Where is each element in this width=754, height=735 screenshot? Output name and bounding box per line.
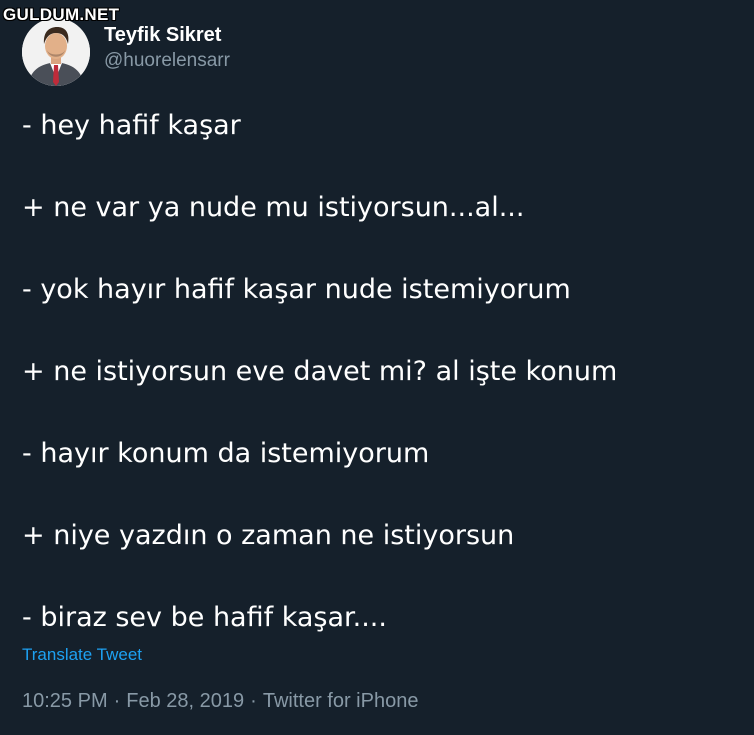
tweet-date[interactable]: Feb 28, 2019 (126, 690, 244, 712)
tweet-line: - yok hayır hafif kaşar nude istemiyorum (22, 274, 571, 305)
translate-tweet-link[interactable]: Translate Tweet (22, 645, 142, 665)
tweet-line: - hayır konum da istemiyorum (22, 438, 430, 469)
tweet-line: - hey hafif kaşar (22, 110, 241, 141)
site-watermark: GULDUM.NET (3, 5, 120, 24)
user-handle[interactable]: @huorelensarr (104, 48, 230, 74)
tweet-line: - biraz sev be hafif kaşar.... (22, 602, 387, 633)
tweet-line: + ne var ya nude mu istiyorsun...al... (22, 192, 525, 223)
tweet-time[interactable]: 10:25 PM (22, 690, 108, 712)
display-name[interactable]: Teyfik Sikret (104, 22, 230, 48)
profile-photo-icon (22, 18, 90, 86)
meta-separator: · (113, 690, 121, 712)
tweet-line: + niye yazdın o zaman ne istiyorsun (22, 520, 515, 551)
tweet-page: GULDUM.NET Teyfik Sikret @huorelensarr -… (0, 0, 754, 735)
avatar[interactable] (22, 18, 90, 86)
tweet-source[interactable]: Twitter for iPhone (263, 690, 419, 712)
meta-separator: · (250, 690, 257, 712)
author-info: Teyfik Sikret @huorelensarr (104, 22, 230, 74)
tweet-metadata: 10:25 PM · Feb 28, 2019 · Twitter for iPhone (22, 690, 418, 713)
tweet-text: - hey hafif kaşar + ne var ya nude mu is… (22, 104, 732, 678)
tweet-line: + ne istiyorsun eve davet mi? al işte ko… (22, 356, 618, 387)
